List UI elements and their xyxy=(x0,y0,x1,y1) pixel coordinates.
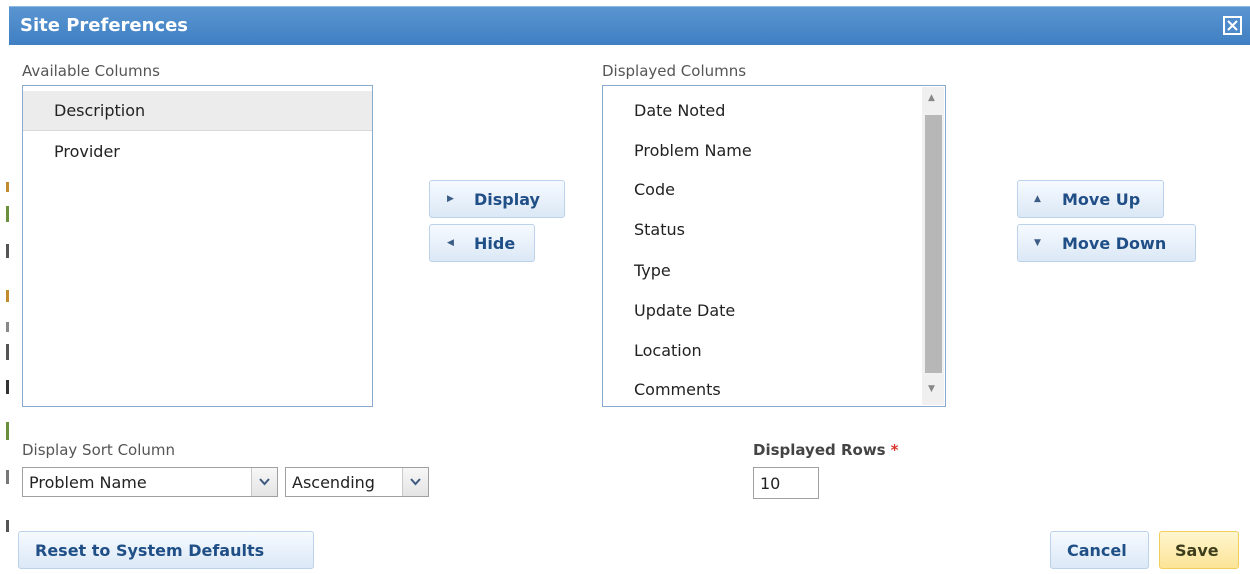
displayed-item[interactable]: Update Date xyxy=(603,291,735,331)
hide-button[interactable]: ◀ Hide xyxy=(429,224,535,262)
displayed-rows-label-text: Displayed Rows xyxy=(753,441,886,459)
displayed-columns-list[interactable]: Date Noted Problem Name Code Status Type… xyxy=(602,85,946,407)
required-marker: * xyxy=(890,441,899,459)
display-button[interactable]: ▶ Display xyxy=(429,180,565,218)
sort-column-value: Problem Name xyxy=(29,473,147,492)
available-item-description[interactable]: Description xyxy=(23,91,372,131)
dialog-titlebar[interactable]: Site Preferences xyxy=(9,6,1250,45)
close-icon xyxy=(1227,20,1238,31)
triangle-right-icon: ▶ xyxy=(447,194,454,204)
hide-button-label: Hide xyxy=(474,234,516,253)
displayed-item[interactable]: Code xyxy=(603,170,675,210)
displayed-item[interactable]: Location xyxy=(603,331,702,371)
move-up-button-label: Move Up xyxy=(1062,190,1141,209)
displayed-item[interactable]: Type xyxy=(603,251,671,291)
displayed-columns-label: Displayed Columns xyxy=(602,62,747,80)
cancel-button[interactable]: Cancel xyxy=(1050,531,1149,569)
triangle-left-icon: ◀ xyxy=(447,238,454,248)
background-edge xyxy=(0,0,9,574)
sort-column-dropdown-button[interactable] xyxy=(251,468,277,496)
sort-direction-select[interactable]: Ascending xyxy=(285,467,429,497)
displayed-rows-label: Displayed Rows * xyxy=(753,441,898,459)
move-up-button[interactable]: ▲ Move Up xyxy=(1017,180,1164,218)
chevron-down-icon xyxy=(259,478,270,486)
displayed-rows-input[interactable] xyxy=(753,467,819,499)
displayed-item[interactable]: Status xyxy=(603,210,685,250)
sort-direction-value: Ascending xyxy=(292,473,375,492)
scroll-up-arrow-icon[interactable]: ▲ xyxy=(928,93,935,103)
available-columns-list[interactable]: Description Provider xyxy=(22,85,373,407)
chevron-down-icon xyxy=(410,478,421,486)
save-button[interactable]: Save xyxy=(1159,531,1239,569)
display-button-label: Display xyxy=(474,190,540,209)
dialog-title: Site Preferences xyxy=(20,15,189,36)
displayed-item[interactable]: Comments xyxy=(603,370,721,406)
close-button[interactable] xyxy=(1223,16,1242,35)
scroll-down-arrow-icon[interactable]: ▼ xyxy=(928,384,935,394)
displayed-item[interactable]: Problem Name xyxy=(603,131,752,171)
cancel-button-label: Cancel xyxy=(1067,541,1127,560)
vertical-scrollbar[interactable]: ▲ ▼ xyxy=(922,87,944,405)
sort-column-label: Display Sort Column xyxy=(22,441,176,459)
move-down-button[interactable]: ▼ Move Down xyxy=(1017,224,1196,262)
available-columns-label: Available Columns xyxy=(22,62,160,80)
save-button-label: Save xyxy=(1175,541,1219,560)
triangle-up-icon: ▲ xyxy=(1034,194,1041,204)
reset-defaults-button[interactable]: Reset to System Defaults xyxy=(18,531,314,569)
move-down-button-label: Move Down xyxy=(1062,234,1167,253)
available-item-provider[interactable]: Provider xyxy=(23,132,372,172)
site-preferences-dialog: Site Preferences Available Columns Descr… xyxy=(9,0,1250,574)
reset-defaults-label: Reset to System Defaults xyxy=(35,541,265,560)
scrollbar-thumb[interactable] xyxy=(925,115,942,373)
sort-column-select[interactable]: Problem Name xyxy=(22,467,278,497)
sort-direction-dropdown-button[interactable] xyxy=(402,468,428,496)
triangle-down-icon: ▼ xyxy=(1034,238,1041,248)
displayed-item[interactable]: Date Noted xyxy=(603,91,725,131)
